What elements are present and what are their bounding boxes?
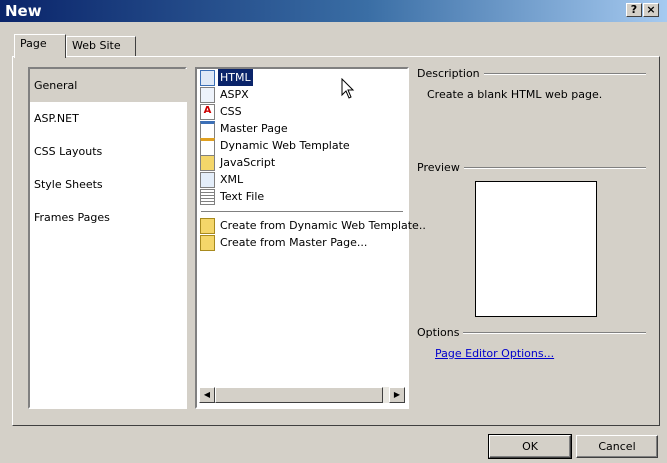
title-bar xyxy=(0,0,667,22)
help-button[interactable]: ? xyxy=(626,3,642,17)
cancel-button[interactable]: Cancel xyxy=(576,435,658,458)
ok-button[interactable]: OK xyxy=(488,434,572,459)
window-title: New xyxy=(5,2,42,20)
tab-web-site[interactable]: Web Site xyxy=(66,36,136,56)
tab-page[interactable]: Page xyxy=(14,34,66,58)
close-button[interactable]: × xyxy=(643,3,659,17)
tab-panel xyxy=(12,56,660,426)
